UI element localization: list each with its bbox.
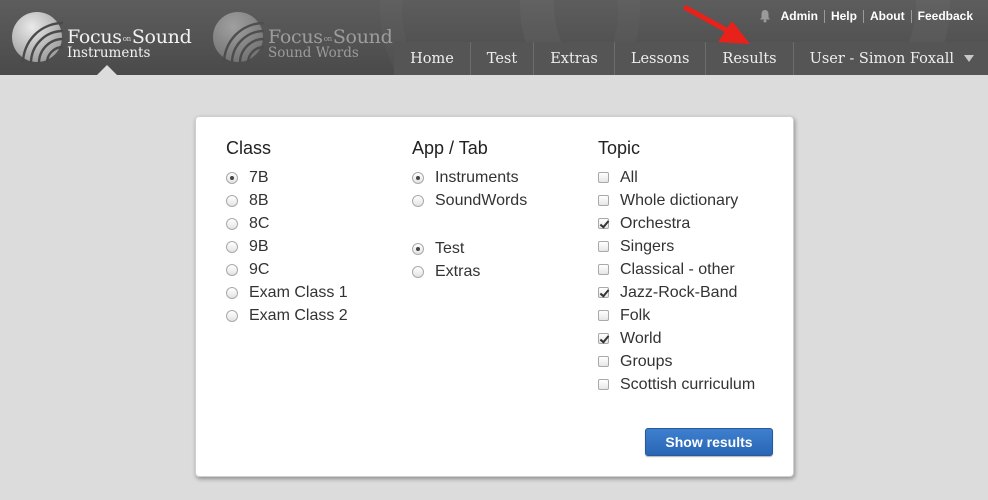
class-option[interactable]: 8B bbox=[226, 189, 348, 212]
checkbox[interactable] bbox=[598, 218, 609, 229]
radio-button[interactable] bbox=[226, 263, 238, 276]
user-menu-label: User - Simon Foxall bbox=[809, 50, 954, 67]
class-option-label: 9B bbox=[249, 237, 269, 255]
class-option-label: 7B bbox=[249, 168, 269, 186]
topic-option[interactable]: Orchestra bbox=[598, 212, 755, 235]
tab-option-label: Test bbox=[435, 239, 465, 257]
checkbox[interactable] bbox=[598, 356, 609, 367]
checkbox[interactable] bbox=[598, 172, 609, 183]
checkbox[interactable] bbox=[598, 379, 609, 390]
app-option-label: SoundWords bbox=[435, 191, 528, 209]
topic-option-label: Orchestra bbox=[620, 214, 691, 232]
topic-option[interactable]: Folk bbox=[598, 304, 755, 327]
radio-button[interactable] bbox=[412, 242, 424, 255]
topic-option-label: Whole dictionary bbox=[620, 191, 739, 209]
help-link[interactable]: Help bbox=[831, 9, 857, 23]
tab-option[interactable]: Extras bbox=[412, 260, 527, 283]
feedback-link[interactable]: Feedback bbox=[918, 9, 973, 23]
class-option-label: 8C bbox=[249, 214, 270, 232]
topic-option-label: Groups bbox=[620, 352, 673, 370]
topic-option[interactable]: Whole dictionary bbox=[598, 189, 755, 212]
class-option[interactable]: Exam Class 2 bbox=[226, 304, 348, 327]
radio-button[interactable] bbox=[226, 194, 238, 207]
app-tab-heading: App / Tab bbox=[412, 138, 488, 158]
radio-button[interactable] bbox=[226, 217, 238, 230]
class-option[interactable]: Exam Class 1 bbox=[226, 281, 348, 304]
topic-heading: Topic bbox=[598, 138, 641, 158]
class-option-label: 8B bbox=[249, 191, 269, 209]
admin-link[interactable]: Admin bbox=[781, 9, 818, 23]
topic-option-label: Singers bbox=[620, 237, 675, 255]
soundwave-logo-icon bbox=[213, 12, 264, 63]
divider bbox=[910, 9, 912, 23]
top-links: Admin Help About Feedback bbox=[759, 8, 973, 24]
class-column: Class 7B 8B 8C 9B 9C Exam Class 1 Exam C… bbox=[226, 137, 348, 327]
topic-option[interactable]: World bbox=[598, 327, 755, 350]
radio-button[interactable] bbox=[226, 171, 238, 184]
about-link[interactable]: About bbox=[870, 9, 905, 23]
class-option[interactable]: 9C bbox=[226, 258, 348, 281]
radio-button[interactable] bbox=[412, 265, 424, 278]
app-header: FocusonSound Instruments FocusonSound So… bbox=[0, 0, 988, 75]
radio-button[interactable] bbox=[226, 309, 238, 322]
class-option-label: Exam Class 2 bbox=[249, 306, 348, 324]
checkbox[interactable] bbox=[598, 241, 609, 252]
user-menu[interactable]: User - Simon Foxall bbox=[792, 42, 988, 75]
caret-down-icon bbox=[964, 55, 974, 62]
class-option[interactable]: 7B bbox=[226, 166, 348, 189]
divider bbox=[862, 9, 864, 23]
app-tab-column: App / Tab Instruments SoundWords Test Ex… bbox=[412, 137, 527, 283]
results-filter-panel: Class 7B 8B 8C 9B 9C Exam Class 1 Exam C… bbox=[195, 116, 794, 477]
divider bbox=[823, 9, 825, 23]
radio-button[interactable] bbox=[226, 240, 238, 253]
topic-option[interactable]: Singers bbox=[598, 235, 755, 258]
active-app-pointer bbox=[97, 65, 117, 75]
radio-button[interactable] bbox=[412, 171, 424, 184]
tab-option-label: Extras bbox=[435, 262, 481, 280]
logo-instruments[interactable]: FocusonSound Instruments bbox=[11, 11, 201, 63]
app-option[interactable]: Instruments bbox=[412, 166, 527, 189]
logo-soundwords[interactable]: FocusonSound Sound Words bbox=[212, 11, 402, 63]
class-option[interactable]: 8C bbox=[226, 212, 348, 235]
topic-option-label: Jazz-Rock-Band bbox=[620, 283, 738, 301]
red-arrow-annotation bbox=[683, 5, 750, 44]
topic-option-label: Scottish curriculum bbox=[620, 375, 756, 393]
class-option[interactable]: 9B bbox=[226, 235, 348, 258]
app-radio-group: Instruments SoundWords bbox=[412, 166, 527, 212]
class-option-label: Exam Class 1 bbox=[249, 283, 348, 301]
topic-option[interactable]: All bbox=[598, 166, 755, 189]
class-option-label: 9C bbox=[249, 260, 270, 278]
logo-subtitle: Sound Words bbox=[268, 45, 359, 61]
soundwave-logo-icon bbox=[12, 12, 63, 63]
checkbox[interactable] bbox=[598, 333, 609, 344]
logo-subtitle: Instruments bbox=[67, 45, 151, 61]
topic-option[interactable]: Classical - other bbox=[598, 258, 755, 281]
nav-test[interactable]: Test bbox=[469, 42, 534, 75]
app-option-label: Instruments bbox=[435, 168, 519, 186]
checkbox[interactable] bbox=[598, 195, 609, 206]
topic-option-label: All bbox=[620, 168, 638, 186]
bell-icon[interactable] bbox=[759, 9, 771, 23]
nav-home[interactable]: Home bbox=[394, 42, 470, 75]
nav-extras[interactable]: Extras bbox=[533, 42, 614, 75]
topic-option[interactable]: Groups bbox=[598, 350, 755, 373]
topic-option[interactable]: Jazz-Rock-Band bbox=[598, 281, 755, 304]
app-option[interactable]: SoundWords bbox=[412, 189, 527, 212]
show-results-button[interactable]: Show results bbox=[645, 428, 773, 456]
topic-option[interactable]: Scottish curriculum bbox=[598, 373, 755, 396]
checkbox[interactable] bbox=[598, 287, 609, 298]
radio-button[interactable] bbox=[412, 194, 424, 207]
topic-option-label: World bbox=[620, 329, 662, 347]
tab-option[interactable]: Test bbox=[412, 237, 527, 260]
radio-button[interactable] bbox=[226, 286, 238, 299]
class-heading: Class bbox=[226, 138, 272, 158]
checkbox[interactable] bbox=[598, 310, 609, 321]
tab-radio-group: Test Extras bbox=[412, 237, 527, 283]
topic-option-label: Classical - other bbox=[620, 260, 735, 278]
topic-option-label: Folk bbox=[620, 306, 651, 324]
topic-column: Topic All Whole dictionary Orchestra Sin… bbox=[598, 137, 755, 396]
checkbox[interactable] bbox=[598, 264, 609, 275]
